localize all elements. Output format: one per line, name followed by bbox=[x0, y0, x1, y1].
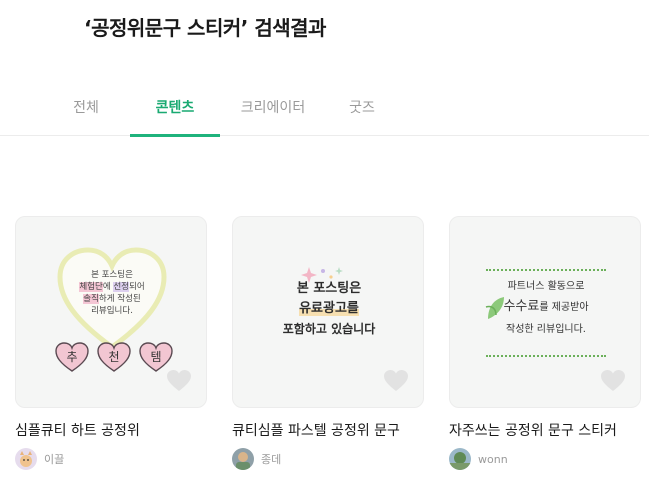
heart-char: 천 bbox=[108, 349, 119, 364]
heart-char: 추 bbox=[66, 350, 77, 364]
content-card: 본 포스팅은 체험단에 선정되어 솔직하게 작성된 리뷰입니다. 추 천 템 심… bbox=[15, 216, 207, 470]
content-thumbnail[interactable]: 본 포스팅은 유료광고를 포함하고 있습니다 bbox=[232, 216, 424, 408]
tab-creators[interactable]: 크리에이터 bbox=[225, 88, 321, 135]
author-name: 종데 bbox=[261, 453, 282, 466]
author-name: wonn bbox=[478, 452, 508, 466]
card-title[interactable]: 자주쓰는 공정위 문구 스티커 bbox=[449, 420, 641, 440]
page-title: ‘공정위문구 스티커’ 검색결과 bbox=[84, 16, 326, 40]
author[interactable]: 종데 bbox=[232, 448, 424, 470]
avatar bbox=[232, 448, 254, 470]
card-title[interactable]: 큐티심플 파스텔 공정위 문구 bbox=[232, 420, 424, 440]
content-thumbnail[interactable]: 파트너스 활동으로 수수료를 제공받아 작성한 리뷰입니다. bbox=[449, 216, 641, 408]
tab-goods[interactable]: 굿즈 bbox=[330, 88, 394, 135]
sticker-text: 본 포스팅은 유료광고를 포함하고 있습니다 bbox=[282, 281, 376, 336]
card-title[interactable]: 심플큐티 하트 공정위 bbox=[15, 420, 207, 440]
mini-hearts: 추 천 템 bbox=[55, 342, 173, 372]
mini-heart-icon: 추 bbox=[55, 342, 89, 372]
avatar bbox=[15, 448, 37, 470]
mini-heart-icon: 템 bbox=[139, 342, 173, 372]
content-card: 본 포스팅은 유료광고를 포함하고 있습니다 큐티심플 파스텔 공정위 문구 종… bbox=[232, 216, 424, 470]
content-card: 파트너스 활동으로 수수료를 제공받아 작성한 리뷰입니다. 자주쓰는 공정위 … bbox=[449, 216, 641, 470]
dotted-divider bbox=[486, 269, 606, 271]
tab-contents[interactable]: 콘텐츠 bbox=[130, 88, 220, 137]
content-thumbnail[interactable]: 본 포스팅은 체험단에 선정되어 솔직하게 작성된 리뷰입니다. 추 천 템 bbox=[15, 216, 207, 408]
sticker-text: 파트너스 활동으로 수수료를 제공받아 작성한 리뷰입니다. bbox=[503, 281, 589, 335]
tab-bar: 전체 콘텐츠 크리에이터 굿즈 bbox=[0, 88, 649, 137]
like-heart-icon[interactable] bbox=[600, 369, 626, 393]
author[interactable]: 이끌 bbox=[15, 448, 207, 470]
sticker-text: 본 포스팅은 체험단에 선정되어 솔직하게 작성된 리뷰입니다. bbox=[79, 270, 145, 316]
dotted-divider bbox=[486, 355, 606, 357]
author[interactable]: wonn bbox=[449, 448, 641, 470]
like-heart-icon[interactable] bbox=[383, 369, 409, 393]
author-name: 이끌 bbox=[44, 453, 65, 466]
heart-char: 템 bbox=[150, 350, 161, 364]
mini-heart-icon: 천 bbox=[97, 342, 131, 372]
tab-all[interactable]: 전체 bbox=[56, 88, 116, 135]
avatar bbox=[449, 448, 471, 470]
like-heart-icon[interactable] bbox=[166, 369, 192, 393]
